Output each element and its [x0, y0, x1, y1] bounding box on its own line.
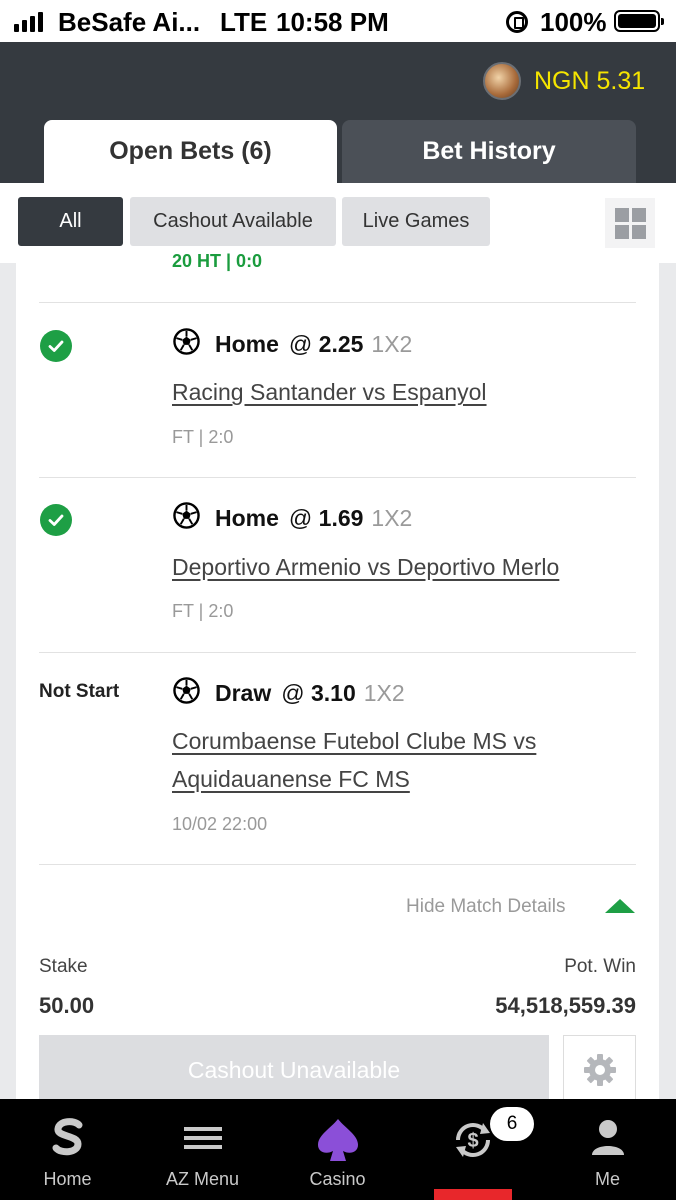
- avatar[interactable]: [483, 62, 521, 100]
- clock: 10:58 PM: [276, 7, 389, 37]
- nav-home[interactable]: Home: [0, 1099, 135, 1200]
- svg-text:$: $: [467, 1130, 478, 1152]
- bet-card: 20 HT | 0:0 Home @ 2.25 1X2 Racing Santand…: [16, 251, 659, 1123]
- selection-market: 1X2: [363, 680, 405, 706]
- soccer-ball-icon: [173, 328, 200, 355]
- selection-odds: 1.69: [318, 505, 364, 531]
- selection-pick: Home: [215, 331, 279, 357]
- hide-match-details-button[interactable]: Hide Match Details: [406, 896, 565, 918]
- match-result: FT | 2:0: [172, 601, 234, 621]
- filter-bar: All Cashout Available Live Games: [0, 183, 676, 263]
- open-bets-count-badge: 6: [490, 1107, 534, 1141]
- soccer-ball-icon: [173, 677, 200, 704]
- bottom-nav: Home AZ Menu Casino $ Me: [0, 1099, 676, 1200]
- divider: [39, 864, 636, 865]
- not-started-label: Not Start: [39, 681, 120, 702]
- nav-label: Home: [43, 1169, 92, 1189]
- cashout-button[interactable]: Cashout Unavailable: [39, 1035, 549, 1105]
- nav-casino[interactable]: Casino: [270, 1099, 405, 1200]
- selection-line: Draw @ 3.10 1X2: [215, 680, 405, 707]
- rotation-lock-icon: [506, 11, 528, 33]
- tab-bet-history[interactable]: Bet History: [342, 120, 636, 183]
- divider: [39, 302, 636, 303]
- stake-value: 50.00: [39, 993, 95, 1018]
- match-link[interactable]: Racing Santander vs Espanyol: [172, 373, 612, 411]
- at-sign: @: [288, 331, 313, 357]
- nav-label: Casino: [309, 1169, 366, 1189]
- clipped-meta: 20 HT | 0:0: [172, 251, 263, 271]
- selection-line: Home @ 1.69 1X2: [215, 505, 412, 532]
- selection-line: Home @ 2.25 1X2: [215, 331, 412, 358]
- sporty-s-icon: [52, 1118, 82, 1156]
- nav-az-menu[interactable]: AZ Menu: [135, 1099, 270, 1200]
- active-tab-indicator: [434, 1189, 512, 1200]
- cashout-dollar-icon: $: [455, 1123, 490, 1157]
- pot-win-label: Pot. Win: [564, 956, 636, 977]
- grid-view-icon[interactable]: [605, 198, 655, 248]
- filter-all[interactable]: All: [18, 197, 123, 246]
- selection-odds: 2.25: [318, 331, 364, 357]
- chevron-up-icon[interactable]: [605, 899, 635, 913]
- nav-me[interactable]: Me: [540, 1099, 675, 1200]
- divider: [39, 477, 636, 478]
- filter-live-games[interactable]: Live Games: [342, 197, 490, 246]
- battery-percent: 100%: [540, 7, 607, 37]
- pot-win-value: 54,518,559.39: [495, 993, 636, 1018]
- nav-label: AZ Menu: [165, 1169, 240, 1189]
- battery-icon: [614, 10, 664, 32]
- tab-open-bets[interactable]: Open Bets (6): [44, 120, 337, 183]
- nav-label: Me: [594, 1169, 620, 1189]
- spade-icon: [317, 1119, 358, 1161]
- selection-pick: Home: [215, 505, 279, 531]
- user-icon: [591, 1120, 624, 1155]
- match-kickoff: 10/02 22:00: [172, 814, 268, 834]
- at-sign: @: [288, 505, 313, 531]
- signal-icon: [14, 12, 43, 32]
- match-result: FT | 2:0: [172, 427, 234, 447]
- carrier-name: BeSafe Ai...: [58, 7, 201, 37]
- won-check-icon: [40, 330, 72, 362]
- divider: [39, 652, 636, 653]
- stake-label: Stake: [39, 956, 88, 977]
- network-type: LTE: [220, 7, 268, 37]
- hamburger-menu-icon: [183, 1127, 222, 1149]
- account-balance[interactable]: NGN 5.31: [534, 67, 645, 96]
- match-link[interactable]: Deportivo Armenio vs Deportivo Merlo: [172, 548, 612, 586]
- gear-icon[interactable]: [563, 1035, 636, 1105]
- at-sign: @: [281, 680, 305, 706]
- selection-pick: Draw: [215, 680, 272, 706]
- status-bar: BeSafe Ai... LTE 10:58 PM 100%: [0, 0, 676, 42]
- won-check-icon: [40, 504, 72, 536]
- selection-odds: 3.10: [311, 680, 356, 706]
- filter-cashout-available[interactable]: Cashout Available: [130, 197, 336, 246]
- match-link[interactable]: Corumbaense Futebol Clube MS vs Aquidaua…: [172, 722, 612, 798]
- selection-market: 1X2: [371, 331, 413, 357]
- soccer-ball-icon: [173, 502, 200, 529]
- selection-market: 1X2: [371, 505, 413, 531]
